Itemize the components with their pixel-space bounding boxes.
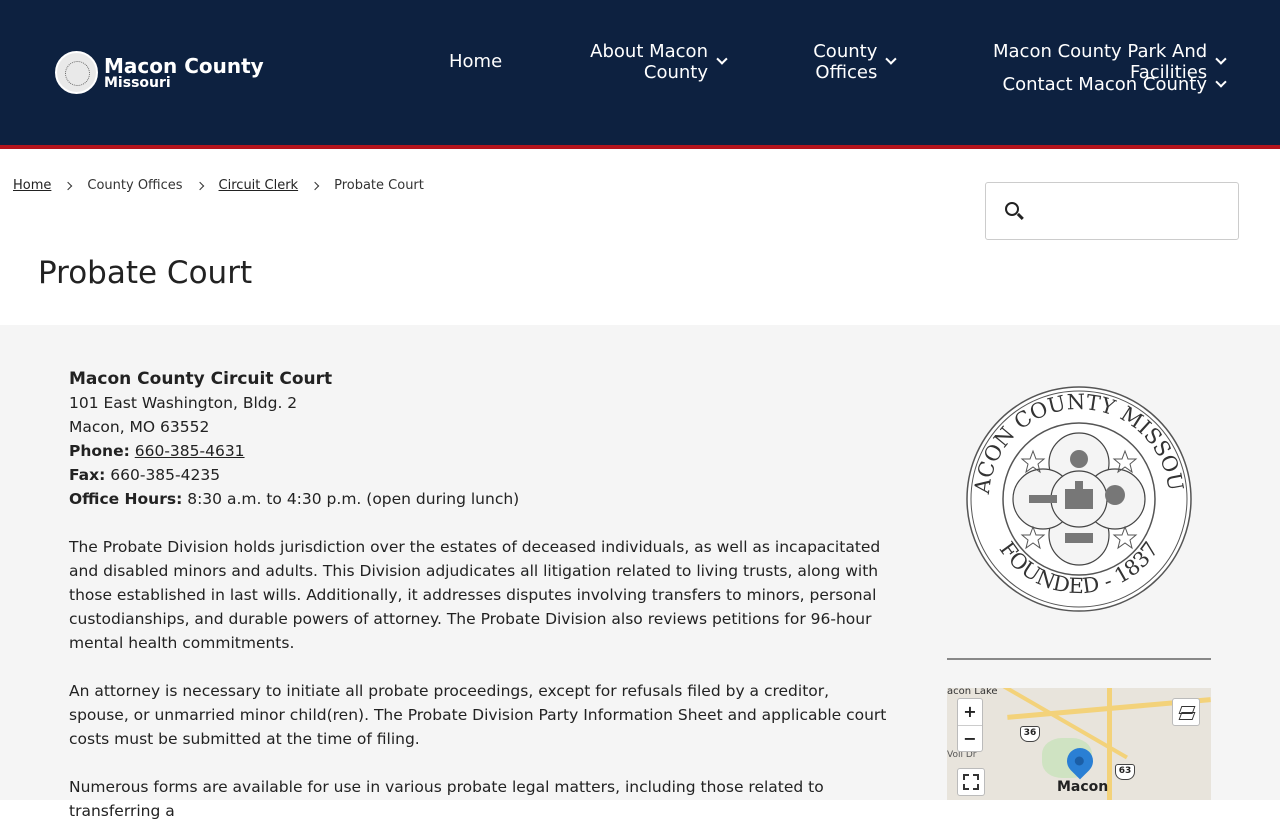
chevron-down-icon <box>885 53 897 65</box>
header-accent-stripe <box>0 145 1280 149</box>
chevron-right-icon <box>64 181 73 190</box>
main-content: Macon County Circuit Court 101 East Wash… <box>0 325 1280 820</box>
paragraph-jurisdiction: The Probate Division holds jurisdiction … <box>69 538 881 652</box>
fullscreen-icon[interactable] <box>957 768 985 796</box>
nav-contact[interactable]: Contact Macon County <box>1002 74 1227 95</box>
fax-value: 660-385-4235 <box>105 466 221 484</box>
breadcrumb-county-offices: County Offices <box>87 178 183 193</box>
macon-county-seal: MACON COUNTY MISSOURI FOUNDED - 1837 <box>965 385 1192 612</box>
nav-home[interactable]: Home <box>449 51 502 72</box>
chevron-down-icon <box>716 53 728 65</box>
fax-label: Fax: <box>69 466 106 484</box>
breadcrumb-current: Probate Court <box>334 178 424 193</box>
search-input[interactable] <box>1034 191 1229 231</box>
court-address-line1: 101 East Washington, Bldg. 2 <box>69 394 298 412</box>
hours-label: Office Hours: <box>69 490 183 508</box>
nav-contact-label: Contact Macon County <box>1002 74 1207 95</box>
court-phone: Phone: 660-385-4631 <box>69 439 889 463</box>
nav-county-offices[interactable]: County Offices <box>750 40 897 83</box>
map-label-city: Macon <box>1057 779 1109 795</box>
site-header: Macon County Missouri Home About Macon C… <box>0 0 1280 145</box>
sidebar-divider <box>947 658 1211 660</box>
search-icon[interactable] <box>1005 202 1019 216</box>
nav-about[interactable]: About Macon County <box>526 40 728 83</box>
zoom-out-button[interactable]: − <box>958 725 982 751</box>
chevron-right-icon <box>310 181 320 190</box>
search-box <box>985 182 1239 240</box>
court-fax: Fax: 660-385-4235 <box>69 463 889 487</box>
location-map[interactable]: acon Lake Voll Dr 36 63 Macon + − <box>947 688 1211 800</box>
breadcrumb: Home County Offices Circuit Clerk Probat… <box>13 178 424 193</box>
phone-link[interactable]: 660-385-4631 <box>135 442 245 460</box>
logo-text: Macon County Missouri <box>104 56 264 90</box>
nav-about-label: About Macon County <box>590 40 708 83</box>
breadcrumb-circuit-clerk[interactable]: Circuit Clerk <box>219 178 299 193</box>
logo-title: Macon County <box>104 53 264 78</box>
court-name: Macon County Circuit Court <box>69 369 333 389</box>
court-info: Macon County Circuit Court 101 East Wash… <box>69 367 889 823</box>
route-63-shield: 63 <box>1115 764 1135 780</box>
paragraph-forms: Numerous forms are available for use in … <box>69 778 824 820</box>
chevron-down-icon <box>1215 53 1227 65</box>
main-nav: Home About Macon County County Offices M… <box>425 41 1227 96</box>
map-zoom-control: + − <box>957 698 983 752</box>
court-hours: Office Hours: 8:30 a.m. to 4:30 p.m. (op… <box>69 487 889 511</box>
nav-home-label: Home <box>449 51 503 72</box>
layers-icon[interactable] <box>1172 698 1200 726</box>
court-address-line2: Macon, MO 63552 <box>69 418 210 436</box>
hours-value: 8:30 a.m. to 4:30 p.m. (open during lunc… <box>182 490 520 508</box>
phone-label: Phone: <box>69 442 130 460</box>
nav-row-1: Home About Macon County County Offices M… <box>425 41 1227 83</box>
route-36-shield: 36 <box>1020 726 1040 742</box>
breadcrumb-home[interactable]: Home <box>13 178 51 193</box>
nav-county-offices-label: County Offices <box>813 40 878 83</box>
map-label-lake: acon Lake <box>947 688 998 697</box>
zoom-in-button[interactable]: + <box>958 699 982 725</box>
chevron-right-icon <box>195 181 204 190</box>
site-logo[interactable]: Macon County Missouri <box>55 51 264 94</box>
paragraph-attorney: An attorney is necessary to initiate all… <box>69 682 887 748</box>
logo-subtitle: Missouri <box>104 74 171 91</box>
county-seal-icon <box>55 51 98 94</box>
page-title: Probate Court <box>38 255 253 291</box>
chevron-down-icon <box>1215 76 1227 88</box>
